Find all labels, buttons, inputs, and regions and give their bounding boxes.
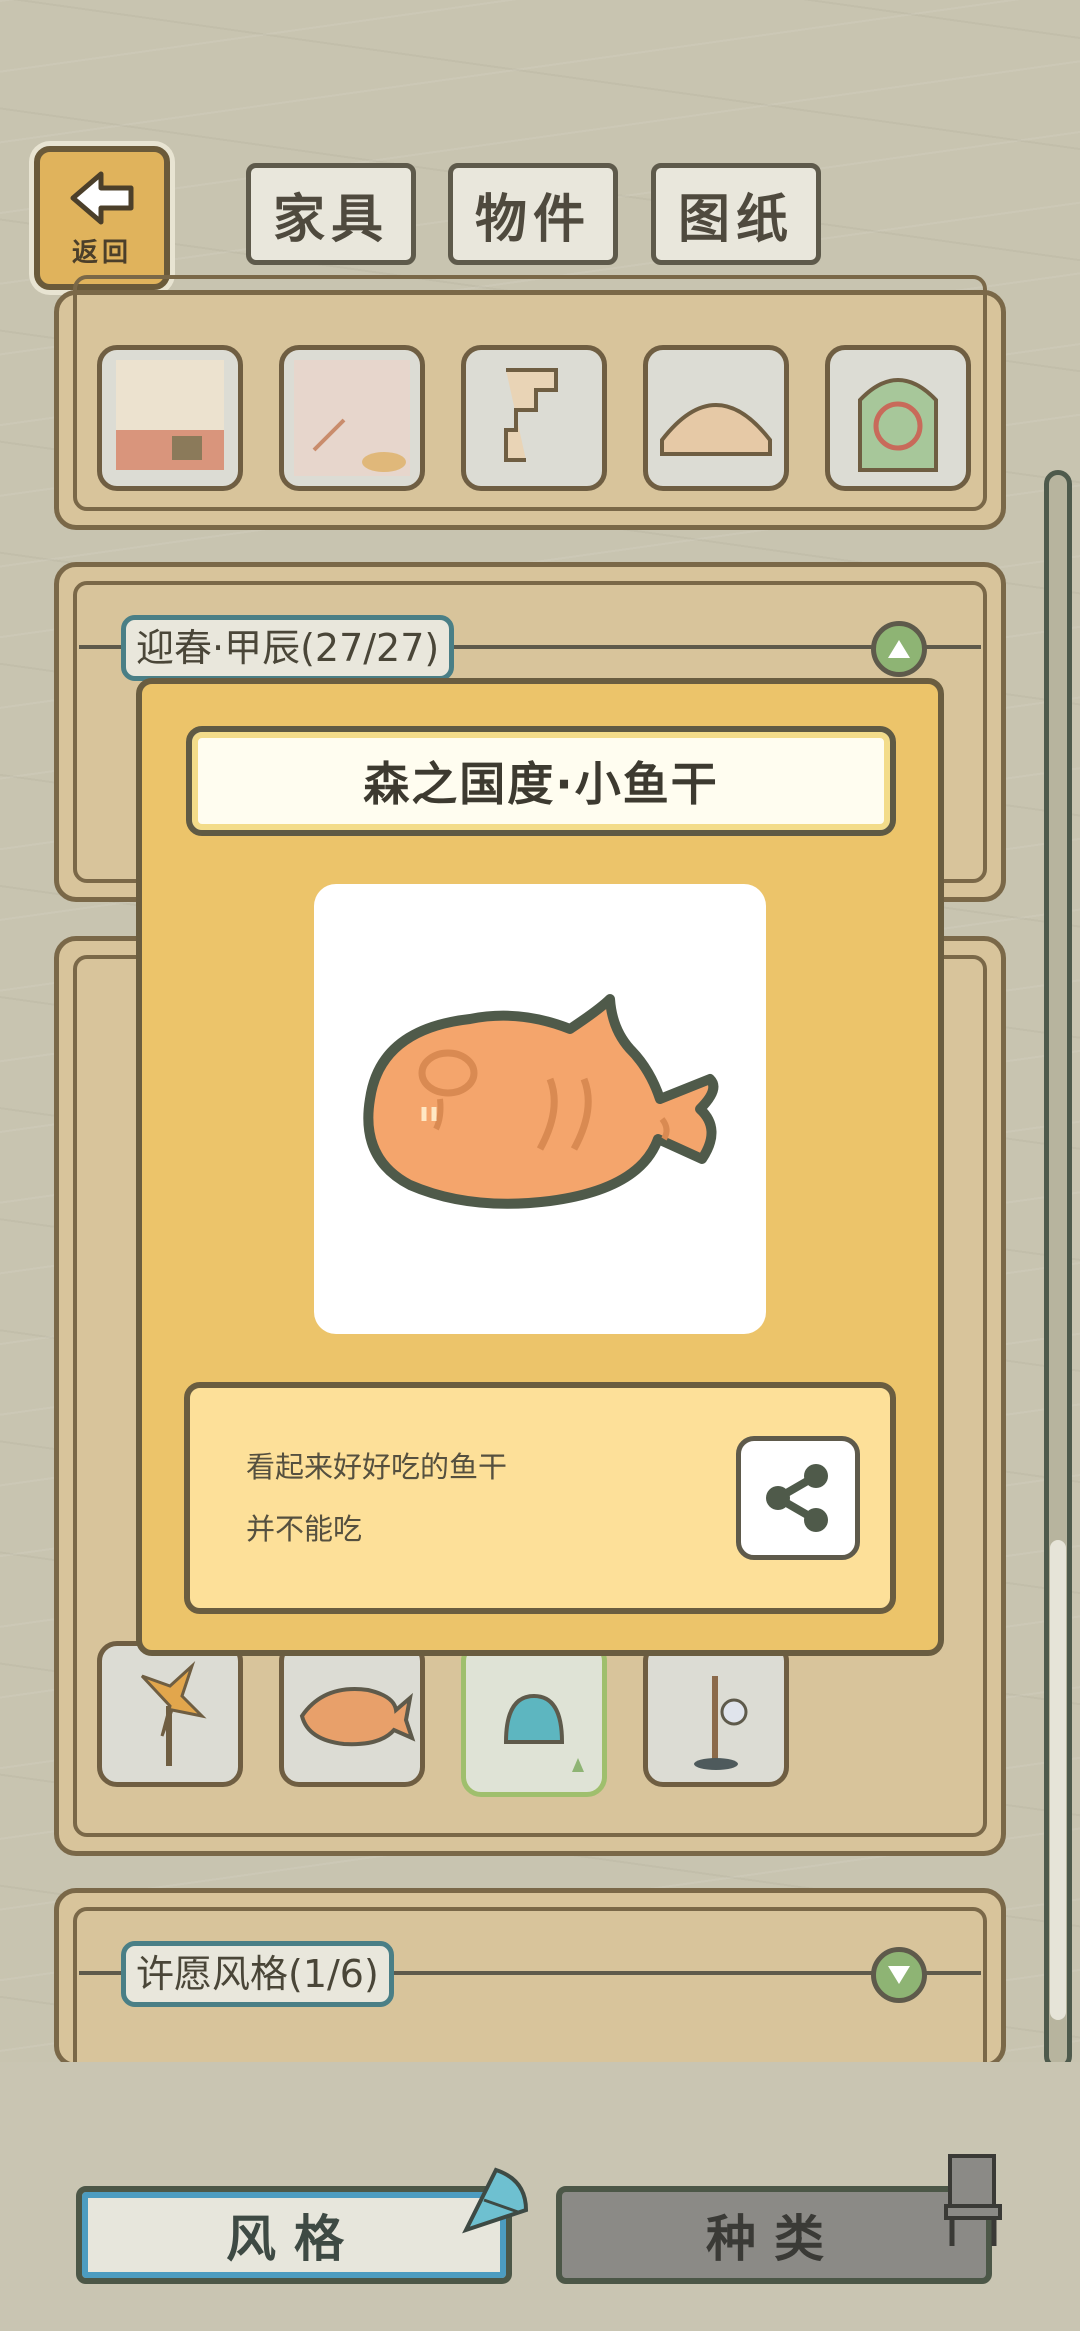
item-slot-selected[interactable] <box>461 1641 607 1797</box>
section-title: 许愿风格(1/6) <box>121 1941 394 2007</box>
jelly-icon <box>503 1693 584 1772</box>
chevron-up-icon <box>888 640 910 658</box>
kind-label: 种类 <box>706 2210 842 2268</box>
style-label: 风格 <box>226 2210 362 2268</box>
item-slot[interactable] <box>643 345 789 491</box>
dried-fish-icon <box>363 994 719 1209</box>
seashell-icon <box>462 2167 529 2234</box>
description-line: 看起来好好吃的鱼干 <box>246 1450 508 1484</box>
tab-objects[interactable]: 物件 <box>448 163 618 265</box>
tab-furniture[interactable]: 家具 <box>246 163 416 265</box>
bridge-icon <box>660 403 772 456</box>
description-line: 并不能吃 <box>246 1512 363 1546</box>
window-icon <box>858 378 938 472</box>
scrollbar-thumb[interactable] <box>1050 1540 1066 2020</box>
item-slot[interactable] <box>279 1641 425 1787</box>
collapse-toggle[interactable] <box>871 621 927 677</box>
share-button[interactable] <box>736 1436 860 1560</box>
modal-title: 森之国度·小鱼干 <box>186 726 896 836</box>
expand-toggle[interactable] <box>871 1947 927 2003</box>
kind-button[interactable]: 种类 <box>556 2186 992 2284</box>
collection-panel-wish: 许愿风格(1/6) <box>54 1888 1006 2103</box>
branch-cat-icon <box>694 1676 748 1770</box>
back-label: 返回 <box>71 237 132 268</box>
floor-bucket-icon <box>116 360 224 470</box>
pinwheel-icon <box>140 1661 207 1766</box>
stairs-icon <box>504 368 558 462</box>
description-box: 看起来好好吃的鱼干 并不能吃 <box>184 1382 896 1614</box>
fish-snack-icon <box>299 1687 416 1747</box>
chevron-down-icon <box>888 1966 910 1984</box>
item-slot[interactable] <box>825 345 971 491</box>
chair-icon <box>944 2154 1002 2246</box>
share-icon <box>766 1464 828 1532</box>
item-image <box>314 884 766 1334</box>
back-arrow-icon <box>70 171 134 224</box>
item-slot[interactable] <box>97 345 243 491</box>
style-button[interactable]: 风格 <box>76 2186 512 2284</box>
tab-blueprints[interactable]: 图纸 <box>651 163 821 265</box>
floor-tile-icon <box>294 360 410 476</box>
item-slot[interactable] <box>461 345 607 491</box>
item-slot[interactable] <box>97 1641 243 1787</box>
collection-panel-top <box>54 275 1006 530</box>
item-slot[interactable] <box>279 345 425 491</box>
back-button[interactable]: 返回 <box>34 146 170 290</box>
section-title: 迎春·甲辰(27/27) <box>121 615 455 681</box>
item-slot[interactable] <box>643 1641 789 1787</box>
